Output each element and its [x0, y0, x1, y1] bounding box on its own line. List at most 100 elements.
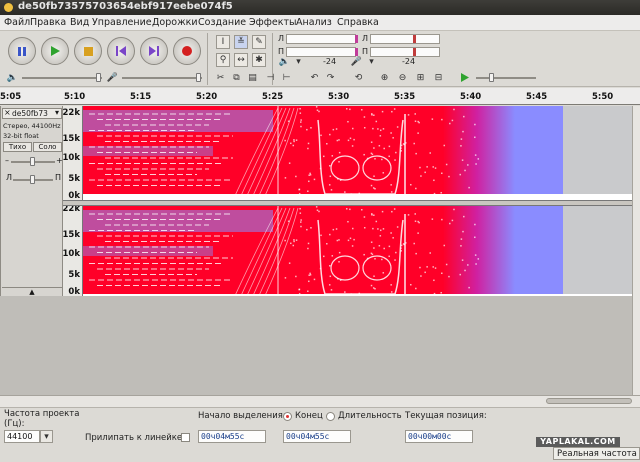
menu-help[interactable]: Справка	[337, 17, 379, 28]
play-at-speed-icon[interactable]	[458, 71, 471, 84]
spectro-speckle	[441, 172, 443, 175]
horizontal-scroll-thumb[interactable]	[546, 398, 632, 404]
zoom-in-icon[interactable]: ⊕	[378, 71, 391, 84]
ruler-tick: 5:20	[196, 92, 218, 102]
spectro-speckle	[339, 279, 342, 281]
undo-icon[interactable]: ↶	[308, 71, 321, 84]
draw-tool[interactable]: ✎	[252, 35, 266, 49]
multi-tool[interactable]: ✱	[252, 53, 266, 67]
horizontal-scrollbar[interactable]	[0, 395, 640, 407]
microphone-icon[interactable]: 🎤	[350, 55, 363, 68]
spectro-speckle	[433, 279, 435, 282]
chevron-down-icon[interactable]: ▾	[55, 108, 59, 117]
pan-slider[interactable]	[30, 175, 35, 184]
spectro-speckle	[338, 261, 340, 263]
spectro-speckle	[332, 128, 335, 131]
speaker-icon[interactable]: 🔈	[278, 55, 291, 68]
redo-icon[interactable]: ↷	[324, 71, 337, 84]
play-speed-slider[interactable]	[489, 73, 494, 82]
selection-tool[interactable]: I	[216, 35, 230, 49]
spectro-speckle	[388, 155, 390, 158]
meter-left-label: Л	[362, 34, 369, 43]
skip-end-button[interactable]	[140, 37, 168, 65]
paste-icon[interactable]: ▤	[246, 71, 259, 84]
spectro-speckle	[445, 263, 448, 266]
chevron-down-icon[interactable]: ▾	[292, 55, 305, 68]
spectro-speckle	[393, 108, 396, 110]
zoom-tool[interactable]: ⚲	[216, 53, 230, 67]
pause-button[interactable]	[8, 37, 36, 65]
gain-slider[interactable]	[30, 157, 35, 166]
menu-generate[interactable]: Создание	[198, 17, 246, 28]
empty-track-area[interactable]	[0, 296, 632, 406]
track-bitdepth: 32-bit float	[3, 132, 39, 140]
menu-view[interactable]: Вид	[70, 17, 89, 28]
record-button[interactable]	[173, 37, 201, 65]
menu-effects[interactable]: Эффекты	[249, 17, 297, 28]
menu-analyze[interactable]: Анализ	[296, 17, 332, 28]
chevron-down-icon[interactable]: ▾	[40, 430, 53, 443]
selection-end-field[interactable]: 00ч04м55с	[283, 430, 351, 443]
trim-icon[interactable]: ⊣	[264, 71, 277, 84]
stop-button[interactable]	[74, 37, 102, 65]
menu-transport[interactable]: Управление	[92, 17, 152, 28]
menu-file[interactable]: Файл	[4, 17, 30, 28]
playback-volume-track[interactable]	[22, 77, 102, 79]
sync-lock-icon[interactable]: ⟲	[352, 71, 365, 84]
play-speed-track[interactable]	[476, 77, 536, 79]
spectro-speckle	[468, 186, 470, 189]
play-button[interactable]	[41, 37, 69, 65]
spectro-speckle	[326, 242, 328, 245]
track-name[interactable]: de50fb73	[12, 109, 48, 118]
skip-start-button[interactable]	[107, 37, 135, 65]
spectro-speckle	[316, 109, 319, 112]
spectro-speckle	[330, 189, 333, 191]
timeline-ruler[interactable]: 5:05 5:10 5:15 5:20 5:25 5:30 5:35 5:40 …	[0, 88, 640, 105]
record-volume-slider[interactable]	[196, 73, 201, 82]
spectrogram-left-channel[interactable]	[83, 106, 632, 194]
spectrogram-right-channel[interactable]	[83, 206, 632, 294]
mute-button[interactable]: Тихо	[3, 142, 32, 152]
spectro-speckle	[310, 227, 312, 229]
spectro-speckle	[395, 151, 397, 154]
spectro-speckle	[308, 280, 310, 283]
spectro-speckle	[407, 214, 410, 216]
selection-start-field[interactable]: 00ч04м55с	[198, 430, 266, 443]
silence-icon[interactable]: ⊢	[280, 71, 293, 84]
fit-selection-icon[interactable]: ⊞	[414, 71, 427, 84]
pencil-icon: ✎	[255, 37, 263, 47]
spectro-speckle	[299, 107, 301, 110]
spectro-speckle	[300, 125, 302, 128]
length-radio[interactable]	[326, 412, 335, 421]
menu-edit[interactable]: Правка	[30, 17, 66, 28]
spectro-speckle	[363, 226, 366, 229]
zoom-out-icon[interactable]: ⊖	[396, 71, 409, 84]
end-radio[interactable]	[283, 412, 292, 421]
spectro-speckle	[474, 254, 477, 256]
track-header[interactable]: × de50fb73 ▾	[2, 108, 62, 119]
spectro-speckle	[445, 163, 448, 166]
snap-to-checkbox[interactable]	[181, 433, 190, 442]
chevron-down-icon[interactable]: ▾	[365, 55, 378, 68]
vertical-scrollbar[interactable]	[632, 106, 640, 406]
record-volume-track[interactable]	[122, 77, 202, 79]
spectro-speckle	[414, 220, 417, 222]
envelope-tool[interactable]: ≚	[234, 35, 248, 49]
copy-icon[interactable]: ⧉	[230, 71, 243, 84]
spectro-speckle	[300, 121, 302, 123]
spectro-speckle	[463, 115, 465, 118]
close-icon[interactable]: ×	[4, 108, 11, 117]
cut-icon[interactable]: ✂	[214, 71, 227, 84]
current-position-field[interactable]: 00ч00м00с	[405, 430, 473, 443]
playback-volume-slider[interactable]	[96, 73, 101, 82]
spectro-speckle	[443, 244, 446, 247]
project-rate-select[interactable]: 44100	[4, 430, 40, 443]
track-collapse-bar[interactable]: ▲	[2, 287, 62, 296]
fit-project-icon[interactable]: ⊟	[432, 71, 445, 84]
spectro-speckle	[390, 191, 393, 193]
spectro-speckle	[379, 135, 382, 137]
solo-button[interactable]: Соло	[33, 142, 62, 152]
ruler-tick: 5:45	[526, 92, 548, 102]
menu-tracks[interactable]: Дорожки	[152, 17, 198, 28]
timeshift-tool[interactable]: ↔	[234, 53, 248, 67]
